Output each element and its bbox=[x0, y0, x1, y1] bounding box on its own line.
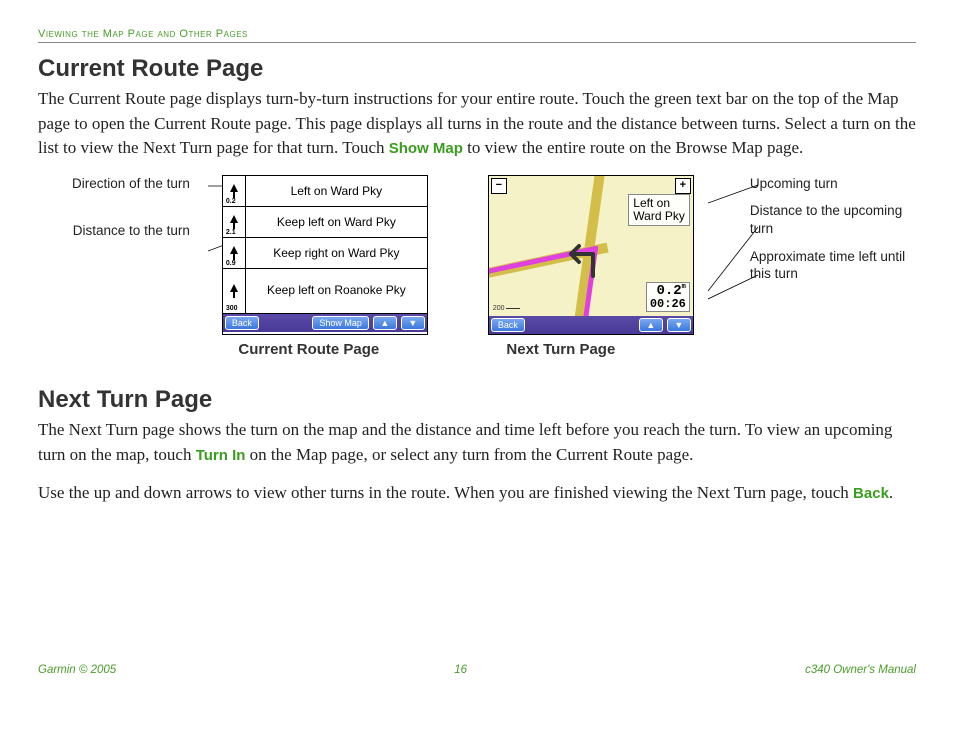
scroll-down-button[interactable]: ▼ bbox=[401, 316, 425, 330]
footer-copyright: Garmin © 2005 bbox=[38, 664, 116, 676]
map-scale: 200 bbox=[493, 305, 520, 312]
turn-direction-icon: 0.2 bbox=[223, 176, 246, 206]
text: Ward Pky bbox=[633, 209, 685, 223]
callouts-right: Upcoming turn Distance to the upcoming t… bbox=[750, 175, 916, 293]
turn-direction-icon: 2.1 bbox=[223, 207, 246, 237]
callout-upcoming-turn: Upcoming turn bbox=[750, 175, 916, 193]
turn-distance: 300 bbox=[226, 305, 238, 312]
scroll-down-button[interactable]: ▼ bbox=[667, 318, 691, 332]
callout-distance-upcoming: Distance to the upcoming turn bbox=[750, 202, 916, 237]
scroll-up-button[interactable]: ▲ bbox=[639, 318, 663, 332]
route-row[interactable]: 300 Keep left on Roanoke Pky bbox=[223, 269, 427, 314]
screenshot-next-turn: − + Left on Ward Pky 0.2m 00:26 200 Back… bbox=[488, 175, 694, 335]
turn-distance: 0.9 bbox=[226, 260, 236, 267]
screenshot-toolbar: Back ▲ ▼ bbox=[489, 316, 693, 334]
heading-next-turn: Next Turn Page bbox=[38, 386, 916, 414]
heading-current-route: Current Route Page bbox=[38, 55, 916, 83]
callout-distance: Distance to the turn bbox=[38, 222, 190, 240]
text: . bbox=[889, 483, 893, 502]
turn-direction-icon: 300 bbox=[223, 269, 246, 313]
text: Use the up and down arrows to view other… bbox=[38, 483, 853, 502]
link-turn-in[interactable]: Turn In bbox=[196, 447, 246, 464]
text: Left on bbox=[633, 196, 670, 210]
route-row[interactable]: 0.2 Left on Ward Pky bbox=[223, 176, 427, 207]
zoom-out-button[interactable]: − bbox=[491, 178, 507, 194]
text: on the Map page, or select any turn from… bbox=[245, 445, 693, 464]
turn-text: Keep right on Ward Pky bbox=[246, 246, 427, 260]
figure-current-route: 0.2 Left on Ward Pky 2.1 Keep left on Wa… bbox=[190, 175, 428, 358]
turn-arrow-icon bbox=[563, 236, 607, 280]
screenshot-toolbar: Back Show Map ▲ ▼ bbox=[223, 314, 427, 332]
turn-direction-icon: 0.9 bbox=[223, 238, 246, 268]
callout-time-left: Approximate time left until this turn bbox=[750, 248, 916, 283]
footer-doc-title: c340 Owner's Manual bbox=[805, 664, 916, 676]
link-back[interactable]: Back bbox=[853, 485, 889, 502]
upcoming-turn-label: Left on Ward Pky bbox=[628, 194, 690, 226]
distance-time-box: 0.2m 00:26 bbox=[646, 282, 690, 312]
zoom-in-button[interactable]: + bbox=[675, 178, 691, 194]
turn-distance: 0.2 bbox=[226, 198, 236, 205]
back-button[interactable]: Back bbox=[491, 318, 525, 332]
time-value: 00:26 bbox=[650, 297, 686, 311]
section-header: Viewing the Map Page and Other Pages bbox=[38, 28, 916, 43]
link-show-map[interactable]: Show Map bbox=[389, 140, 463, 157]
figure-row: Direction of the turn Distance to the tu… bbox=[38, 175, 916, 358]
scale-value: 200 bbox=[493, 305, 505, 312]
show-map-button[interactable]: Show Map bbox=[312, 316, 369, 330]
para-current-route: The Current Route page displays turn-by-… bbox=[38, 87, 916, 161]
turn-text: Keep left on Ward Pky bbox=[246, 215, 427, 229]
route-row[interactable]: 0.9 Keep right on Ward Pky bbox=[223, 238, 427, 269]
figure-caption: Next Turn Page bbox=[506, 341, 615, 358]
scroll-up-button[interactable]: ▲ bbox=[373, 316, 397, 330]
page-footer: Garmin © 2005 16 c340 Owner's Manual bbox=[38, 664, 916, 676]
screenshot-current-route: 0.2 Left on Ward Pky 2.1 Keep left on Wa… bbox=[222, 175, 428, 335]
footer-page-number: 16 bbox=[454, 664, 467, 676]
para-next-turn-2: Use the up and down arrows to view other… bbox=[38, 481, 916, 506]
back-button[interactable]: Back bbox=[225, 316, 259, 330]
text: to view the entire route on the Browse M… bbox=[463, 138, 803, 157]
callout-direction: Direction of the turn bbox=[38, 175, 190, 193]
turn-text: Keep left on Roanoke Pky bbox=[246, 284, 427, 297]
route-row[interactable]: 2.1 Keep left on Ward Pky bbox=[223, 207, 427, 238]
turn-distance: 2.1 bbox=[226, 229, 236, 236]
figure-next-turn: − + Left on Ward Pky 0.2m 00:26 200 Back… bbox=[428, 175, 694, 358]
callouts-left: Direction of the turn Distance to the tu… bbox=[38, 175, 190, 270]
para-next-turn-1: The Next Turn page shows the turn on the… bbox=[38, 418, 916, 467]
figure-caption: Current Route Page bbox=[238, 341, 379, 358]
turn-text: Left on Ward Pky bbox=[246, 184, 427, 198]
